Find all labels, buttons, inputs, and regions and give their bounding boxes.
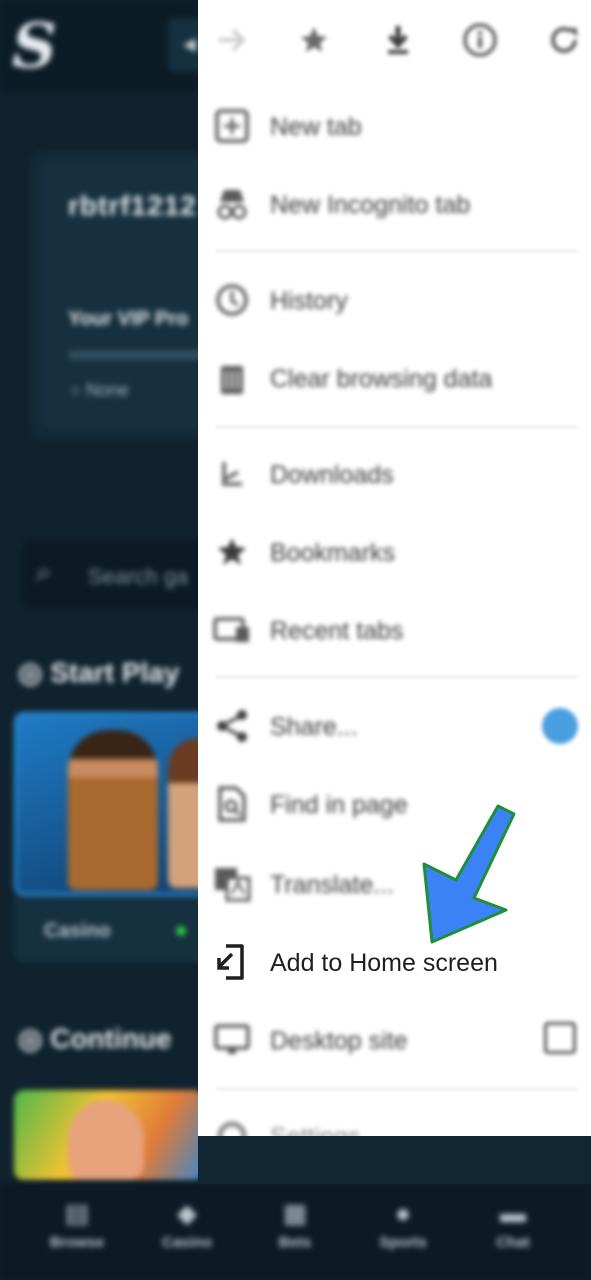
menu-item-label: Add to Home screen — [270, 949, 498, 977]
search-placeholder: Search ga — [88, 564, 189, 589]
desktop-icon — [212, 1020, 252, 1060]
diamond-icon: ◆ — [177, 1198, 197, 1228]
vip-level: ○ None — [70, 380, 129, 400]
menu-divider — [216, 1088, 578, 1090]
menu-divider — [216, 250, 578, 252]
nav-sports[interactable]: ● Sports — [348, 1184, 458, 1280]
menu-item-label: History — [270, 287, 348, 315]
menu-item-label: Downloads — [270, 461, 394, 489]
desktop-site-checkbox[interactable] — [544, 1022, 576, 1054]
header-icon: ◂ — [183, 28, 197, 58]
menu-divider — [216, 676, 578, 678]
star-icon[interactable] — [292, 18, 336, 62]
browser-menu: New tab New Incognito tab History Clear … — [198, 0, 591, 1136]
game-category: Casino — [44, 920, 111, 942]
share-icon — [212, 706, 252, 746]
incognito-icon — [212, 184, 252, 224]
menu-item-label: Desktop site — [270, 1027, 408, 1055]
downloads-icon — [212, 454, 252, 494]
menu-item-bookmarks[interactable]: Bookmarks — [198, 514, 591, 592]
section-continue-playing: ◎ Continue — [18, 1023, 172, 1054]
online-dot-icon — [176, 926, 186, 936]
menu-item-recent-tabs[interactable]: Recent tabs — [198, 592, 591, 670]
find-in-page-icon — [212, 784, 252, 824]
menu-item-label: Find in page — [270, 791, 408, 819]
username: rbtrf1212 — [68, 190, 197, 221]
menu-item-label: Translate... — [270, 871, 395, 899]
menu-item-settings[interactable]: Settings — [198, 1098, 591, 1136]
menu-item-desktop-site[interactable]: Desktop site — [198, 1002, 591, 1080]
menu-item-label: New Incognito tab — [270, 191, 471, 219]
share-app-badge-icon[interactable] — [542, 708, 578, 744]
site-logo[interactable]: S — [12, 8, 62, 84]
bookmark-star-icon — [212, 532, 252, 572]
menu-divider — [216, 426, 578, 428]
menu-item-add-to-home-screen[interactable]: Add to Home screen — [198, 924, 591, 1002]
bottom-nav: ▤ Browse ◆ Casino ▦ Bets ● Sports ▬ Chat — [0, 1184, 591, 1280]
menu-item-new-incognito-tab[interactable]: New Incognito tab — [198, 166, 591, 244]
settings-icon — [212, 1116, 252, 1136]
menu-toolbar — [198, 0, 591, 84]
forward-icon[interactable] — [210, 18, 254, 62]
nav-chat[interactable]: ▬ Chat — [458, 1184, 568, 1280]
menu-item-downloads[interactable]: Downloads — [198, 436, 591, 514]
game-thumbnail-art — [68, 1100, 144, 1180]
new-tab-icon — [212, 106, 252, 146]
section-start-title: Start Play — [50, 657, 180, 688]
vip-level-text: None — [85, 380, 129, 400]
menu-shadow-area — [198, 1136, 591, 1184]
search-icon: ⌕ — [36, 556, 52, 587]
menu-item-find-in-page[interactable]: Find in page — [198, 766, 591, 844]
vip-progress-bar — [68, 350, 208, 360]
vip-progress-label: Your VIP Pro — [68, 308, 189, 330]
info-icon[interactable] — [458, 18, 502, 62]
menu-item-label: New tab — [270, 113, 362, 141]
download-icon[interactable] — [376, 18, 420, 62]
nav-browse[interactable]: ▤ Browse — [22, 1184, 132, 1280]
menu-item-label: Settings — [270, 1123, 360, 1136]
menu-item-history[interactable]: History — [198, 262, 591, 340]
history-icon — [212, 280, 252, 320]
browse-icon: ▤ — [64, 1198, 90, 1228]
menu-item-label: Bookmarks — [270, 539, 396, 567]
game-art-dealer — [68, 730, 158, 890]
section-continue-title: Continue — [50, 1023, 172, 1054]
recent-tabs-icon — [212, 610, 252, 650]
trash-icon — [212, 358, 252, 398]
add-to-home-screen-icon — [212, 942, 252, 982]
chat-icon: ▬ — [500, 1198, 526, 1228]
menu-item-clear-browsing-data[interactable]: Clear browsing data — [198, 340, 591, 418]
highlight-arrow-icon — [422, 804, 516, 944]
menu-item-new-tab[interactable]: New tab — [198, 88, 591, 166]
menu-item-label: Recent tabs — [270, 617, 404, 645]
menu-item-share[interactable]: Share... — [198, 688, 591, 766]
nav-casino[interactable]: ◆ Casino — [132, 1184, 242, 1280]
menu-item-label: Clear browsing data — [270, 365, 493, 393]
section-start-playing: ◎ Start Play — [18, 657, 180, 688]
refresh-icon[interactable] — [542, 18, 586, 62]
screen: S ◂ rbtrf1212 Your VIP Pro ○ None ⌕ Sear… — [0, 0, 591, 1280]
translate-icon — [212, 864, 252, 904]
nav-bets[interactable]: ▦ Bets — [240, 1184, 350, 1280]
bets-icon: ▦ — [282, 1198, 308, 1228]
sports-ball-icon: ● — [395, 1198, 411, 1228]
menu-item-translate[interactable]: Translate... — [198, 846, 591, 924]
menu-item-label: Share... — [270, 713, 358, 741]
